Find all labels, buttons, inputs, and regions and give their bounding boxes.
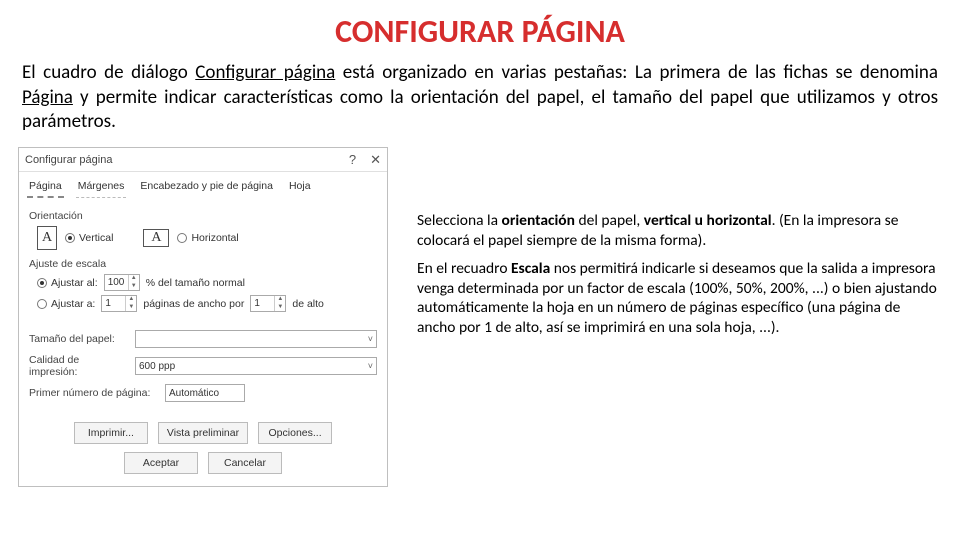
side-bold: vertical u horizontal: [644, 211, 772, 230]
portrait-icon: A: [37, 226, 57, 250]
side-text: del papel,: [575, 211, 644, 230]
chevron-down-icon: ˅: [368, 361, 373, 371]
side-p2: En el recuadro Escala nos permitirá indi…: [417, 259, 938, 338]
side-text: Selecciona la: [417, 211, 502, 230]
chevron-down-icon: ˅: [368, 334, 373, 344]
fit-width-value: 1: [102, 298, 125, 309]
side-text: En el recuadro: [417, 259, 511, 278]
side-p1: Selecciona la orientación del papel, ver…: [417, 211, 938, 251]
radio-icon: [65, 233, 75, 243]
spinner-up-icon[interactable]: ▲: [275, 296, 285, 304]
fit-width-spinner[interactable]: 1 ▲▼: [101, 295, 137, 312]
side-bold: orientación: [502, 211, 575, 230]
intro-text: El cuadro de diálogo: [22, 61, 195, 84]
fit-suffix: de alto: [292, 298, 324, 310]
print-quality-label: Calidad de impresión:: [29, 354, 129, 378]
side-explanation: Selecciona la orientación del papel, ver…: [403, 147, 960, 487]
paper-size-select[interactable]: ˅: [135, 330, 377, 348]
radio-icon: [177, 233, 187, 243]
page-setup-dialog: Configurar página ? ✕ Página Márgenes En…: [18, 147, 388, 487]
print-quality-value: 600 ppp: [139, 361, 175, 372]
orientation-label: Orientación: [29, 210, 377, 222]
spinner-down-icon[interactable]: ▼: [129, 283, 139, 291]
print-button[interactable]: Imprimir...: [74, 422, 148, 444]
close-button[interactable]: ✕: [370, 152, 381, 168]
intro-text: está organizado en varias pestañas: La p…: [335, 61, 938, 84]
intro-paragraph: El cuadro de diálogo Configurar página e…: [22, 61, 938, 135]
dialog-title: Configurar página: [25, 154, 349, 166]
spinner-down-icon[interactable]: ▼: [126, 304, 136, 312]
radio-icon: [37, 278, 47, 288]
fit-height-value: 1: [251, 298, 274, 309]
radio-adjust-to[interactable]: Ajustar al:: [37, 277, 98, 289]
intro-term-configurar: Configurar página: [195, 61, 335, 84]
print-quality-select[interactable]: 600 ppp ˅: [135, 357, 377, 375]
preview-button[interactable]: Vista preliminar: [158, 422, 248, 444]
paper-size-label: Tamaño del papel:: [29, 333, 129, 345]
adjust-to-label: Ajustar al:: [51, 277, 98, 289]
adjust-percent-spinner[interactable]: 100 ▲▼: [104, 274, 140, 291]
tab-hoja[interactable]: Hoja: [287, 178, 313, 198]
spinner-up-icon[interactable]: ▲: [129, 275, 139, 283]
radio-icon: [37, 299, 47, 309]
intro-text: y permite indicar características como l…: [22, 86, 938, 134]
cancel-button[interactable]: Cancelar: [208, 452, 282, 474]
radio-vertical[interactable]: Vertical: [65, 232, 113, 244]
side-bold: Escala: [511, 259, 550, 278]
first-page-value: Automático: [169, 388, 219, 399]
options-button[interactable]: Opciones...: [258, 422, 332, 444]
first-page-label: Primer número de página:: [29, 387, 159, 399]
spinner-up-icon[interactable]: ▲: [126, 296, 136, 304]
page-title: CONFIGURAR PÁGINA: [0, 12, 960, 51]
first-page-input[interactable]: Automático: [165, 384, 245, 402]
radio-horizontal[interactable]: Horizontal: [177, 232, 238, 244]
dialog-titlebar: Configurar página ? ✕: [19, 148, 387, 172]
landscape-icon: A: [143, 229, 169, 247]
tab-pagina[interactable]: Página: [27, 178, 64, 198]
radio-vertical-label: Vertical: [79, 232, 113, 244]
intro-term-pagina: Página: [22, 86, 73, 109]
radio-horizontal-label: Horizontal: [191, 232, 238, 244]
spinner-down-icon[interactable]: ▼: [275, 304, 285, 312]
adjust-suffix: % del tamaño normal: [146, 277, 245, 289]
radio-fit-to[interactable]: Ajustar a:: [37, 298, 95, 310]
tab-encabezado[interactable]: Encabezado y pie de página: [138, 178, 275, 198]
help-button[interactable]: ?: [349, 152, 356, 168]
dialog-tabs: Página Márgenes Encabezado y pie de pági…: [19, 172, 387, 198]
fit-mid-label: páginas de ancho por: [143, 298, 244, 310]
fit-height-spinner[interactable]: 1 ▲▼: [250, 295, 286, 312]
scale-label: Ajuste de escala: [29, 258, 377, 270]
adjust-percent-value: 100: [105, 277, 128, 288]
tab-margenes[interactable]: Márgenes: [76, 178, 127, 198]
fit-to-label: Ajustar a:: [51, 298, 95, 310]
ok-button[interactable]: Aceptar: [124, 452, 198, 474]
